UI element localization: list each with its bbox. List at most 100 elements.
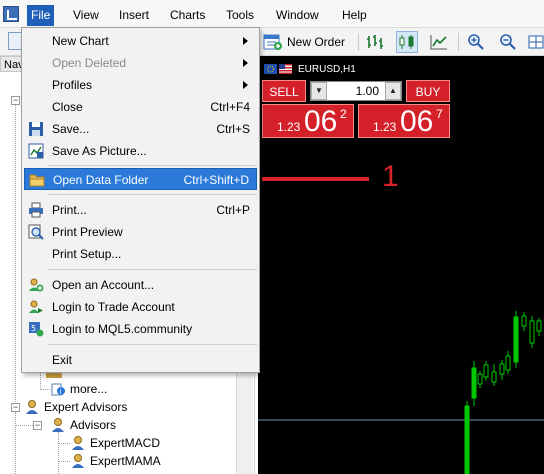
tree-branch bbox=[58, 461, 70, 462]
menu-item-label: Print Setup... bbox=[52, 247, 122, 261]
tree-item-label: more... bbox=[70, 382, 108, 396]
tree-guide-line bbox=[58, 432, 59, 474]
candlestick-chart-icon bbox=[399, 35, 414, 49]
more-icon: i bbox=[51, 383, 65, 396]
expert-advisor-icon bbox=[72, 454, 84, 468]
menu-file[interactable]: File bbox=[27, 5, 55, 26]
menu-item-label: Open Deleted bbox=[52, 56, 127, 70]
menu-item-label: Login to Trade Account bbox=[52, 300, 175, 314]
new-order-icon bbox=[263, 34, 282, 50]
menu-separator bbox=[48, 165, 257, 166]
menu-help[interactable]: Help bbox=[342, 6, 367, 24]
toolbar-separator bbox=[458, 33, 459, 51]
menu-item-new-chart[interactable]: New Chart bbox=[24, 30, 257, 52]
submenu-arrow-icon bbox=[243, 81, 248, 89]
menu-item-label: Print... bbox=[52, 203, 87, 217]
menu-item-label: Save As Picture... bbox=[52, 144, 147, 158]
tree-item-label: ExpertMACD bbox=[90, 436, 161, 450]
tree-guide-line bbox=[15, 412, 16, 474]
expert-advisor-icon bbox=[26, 400, 38, 414]
tree-expander[interactable]: − bbox=[11, 403, 20, 412]
expert-advisor-icon bbox=[72, 436, 84, 450]
menu-item-label: Print Preview bbox=[52, 225, 123, 239]
login-icon bbox=[29, 300, 43, 313]
menu-item-label: Exit bbox=[52, 353, 73, 367]
menu-separator bbox=[48, 344, 257, 345]
tree-item-label: Advisors bbox=[70, 418, 117, 432]
tree-branch bbox=[40, 389, 50, 390]
account-icon bbox=[29, 278, 44, 292]
menu-item-print-setup[interactable]: Print Setup... bbox=[24, 243, 257, 265]
file-menu-dropdown: New Chart Open Deleted Profiles Close Ct… bbox=[21, 27, 260, 373]
navigator-tab[interactable]: Nav bbox=[0, 56, 24, 72]
annotation-pointer-line bbox=[262, 177, 369, 181]
menu-item-close[interactable]: Close Ctrl+F4 bbox=[24, 96, 257, 118]
menu-item-open-data-folder[interactable]: Open Data Folder Ctrl+Shift+D bbox=[24, 168, 257, 190]
menu-charts[interactable]: Charts bbox=[170, 6, 205, 24]
menu-item-open-account[interactable]: Open an Account... bbox=[24, 274, 257, 296]
candlestick-chart-button[interactable] bbox=[396, 31, 418, 53]
tree-item-expert-advisors[interactable]: Expert Advisors bbox=[24, 398, 127, 416]
tree-expander[interactable]: − bbox=[33, 421, 42, 430]
new-order-label: New Order bbox=[287, 35, 346, 49]
menu-window[interactable]: Window bbox=[276, 6, 319, 24]
tree-item-label: ExpertMAMA bbox=[90, 454, 161, 468]
menu-insert[interactable]: Insert bbox=[119, 6, 149, 24]
print-preview-icon bbox=[28, 224, 44, 240]
tree-item-expertmama[interactable]: ExpertMAMA bbox=[70, 452, 161, 470]
menu-item-print-preview[interactable]: Print Preview bbox=[24, 221, 257, 243]
menu-item-label: Profiles bbox=[52, 78, 93, 92]
tree-expander[interactable]: − bbox=[11, 96, 20, 105]
grid-button[interactable] bbox=[527, 31, 544, 53]
menu-item-shortcut: Ctrl+Shift+D bbox=[183, 173, 249, 187]
zoom-out-button[interactable] bbox=[497, 31, 519, 53]
candlestick-plot bbox=[258, 311, 544, 474]
tree-branch bbox=[58, 443, 70, 444]
menu-item-login-mql5[interactable]: 5 Login to MQL5.community bbox=[24, 318, 257, 340]
submenu-arrow-icon bbox=[243, 59, 248, 67]
bar-chart-button[interactable] bbox=[364, 31, 386, 53]
menu-item-shortcut: Ctrl+S bbox=[216, 122, 250, 136]
menu-item-label: Close bbox=[52, 100, 83, 114]
print-icon bbox=[29, 202, 43, 218]
folder-icon bbox=[29, 174, 45, 187]
mql5-icon: 5 bbox=[29, 322, 44, 337]
menu-view[interactable]: View bbox=[73, 6, 99, 24]
zoom-in-button[interactable] bbox=[465, 31, 487, 53]
menu-item-label: Open Data Folder bbox=[53, 173, 149, 187]
menu-item-save-as-picture[interactable]: Save As Picture... bbox=[24, 140, 257, 162]
tree-guide-line bbox=[15, 96, 16, 406]
candles bbox=[464, 311, 542, 474]
tree-item-advisors[interactable]: Advisors bbox=[50, 416, 116, 434]
menu-item-save[interactable]: Save... Ctrl+S bbox=[24, 118, 257, 140]
menu-item-label: Save... bbox=[52, 122, 90, 136]
line-chart-button[interactable] bbox=[428, 31, 450, 53]
menu-item-open-deleted[interactable]: Open Deleted bbox=[24, 52, 257, 74]
save-picture-icon bbox=[28, 143, 44, 159]
menu-item-print[interactable]: Print... Ctrl+P bbox=[24, 199, 257, 221]
tree-branch bbox=[15, 425, 33, 426]
toolbar-separator bbox=[358, 33, 359, 51]
menu-separator bbox=[48, 269, 257, 270]
zoom-out-icon bbox=[500, 34, 516, 50]
menu-tools[interactable]: Tools bbox=[226, 6, 254, 24]
app-icon[interactable] bbox=[3, 6, 19, 22]
chart-window[interactable]: EURUSD,H1 SELL ▼ 1.00 ▲ BUY 1.23 06 2 1.… bbox=[258, 56, 544, 474]
svg-text:5: 5 bbox=[31, 324, 36, 333]
bar-chart-icon bbox=[367, 35, 383, 49]
tree-item-expertmacd[interactable]: ExpertMACD bbox=[70, 434, 160, 452]
menu-item-login-trade-account[interactable]: Login to Trade Account bbox=[24, 296, 257, 318]
menu-item-label: Login to MQL5.community bbox=[52, 322, 193, 336]
menu-item-shortcut: Ctrl+F4 bbox=[210, 100, 250, 114]
menu-item-profiles[interactable]: Profiles bbox=[24, 74, 257, 96]
save-icon bbox=[29, 122, 43, 136]
grid-icon bbox=[528, 35, 543, 49]
submenu-arrow-icon bbox=[243, 37, 248, 45]
menu-item-exit[interactable]: Exit bbox=[24, 349, 257, 371]
zoom-in-icon bbox=[468, 34, 484, 50]
line-chart-icon bbox=[430, 35, 447, 50]
tree-item-more[interactable]: i more... bbox=[50, 380, 107, 398]
new-order-button[interactable]: New Order bbox=[263, 31, 351, 53]
menu-item-shortcut: Ctrl+P bbox=[216, 203, 250, 217]
menu-separator bbox=[48, 194, 257, 195]
